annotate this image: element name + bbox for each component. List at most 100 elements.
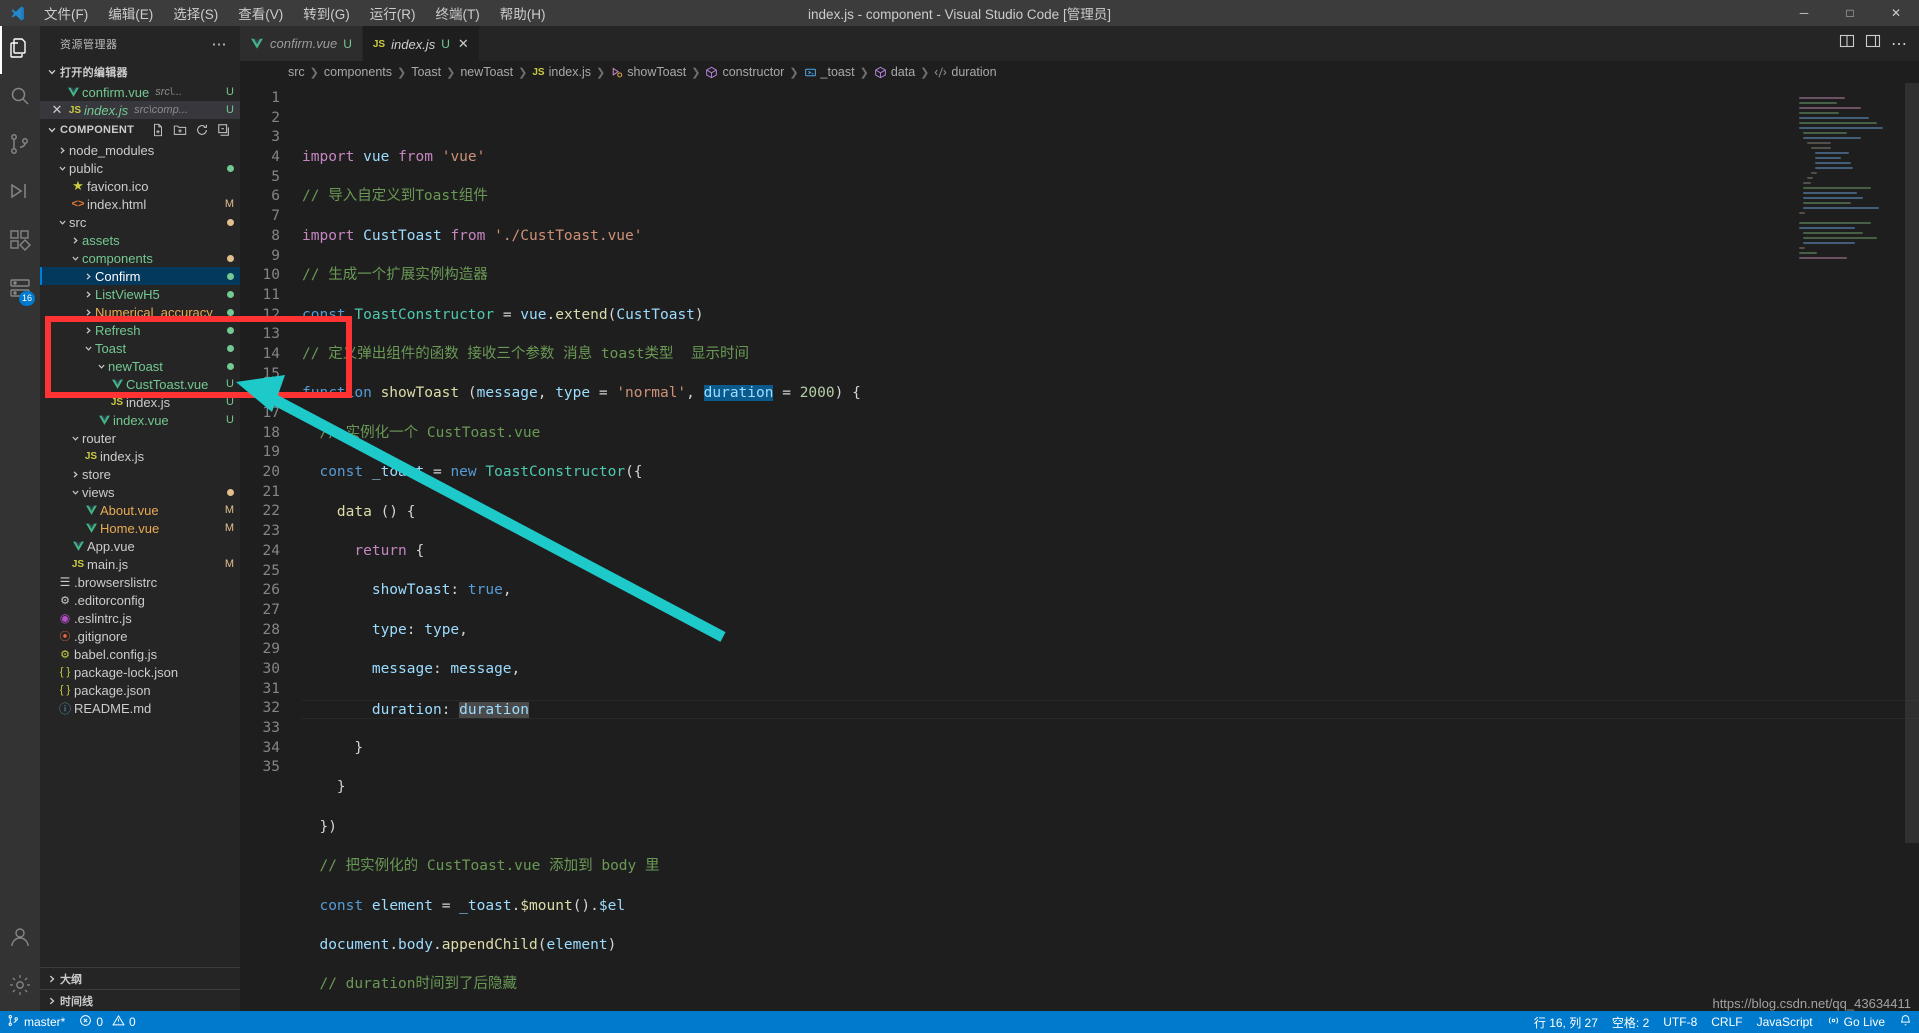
- status-eol[interactable]: CRLF: [1704, 1011, 1749, 1033]
- tree-item-numerical-accuracy[interactable]: Numerical_accuracy: [40, 303, 240, 321]
- code-line-23[interactable]: // duration时间到了后隐藏: [302, 975, 1919, 995]
- more-actions-icon[interactable]: ⋯: [1891, 34, 1907, 54]
- tree-item-listviewh5[interactable]: ListViewH5: [40, 285, 240, 303]
- code-line-8[interactable]: function showToast (message, type = 'nor…: [302, 384, 1919, 404]
- tree-item-refresh[interactable]: Refresh: [40, 321, 240, 339]
- tree-item-router-index-js[interactable]: JS index.js: [40, 447, 240, 465]
- open-editor-index-js[interactable]: ✕ JS index.js src\comp... U: [40, 101, 240, 119]
- layout-icon[interactable]: [1865, 33, 1881, 54]
- timeline-panel-header[interactable]: 时间线: [40, 989, 240, 1011]
- tab-confirm-vue[interactable]: confirm.vue U: [240, 26, 363, 61]
- menu-go[interactable]: 转到(G): [293, 0, 360, 26]
- tree-item-src[interactable]: src: [40, 213, 240, 231]
- code-line-2[interactable]: import vue from 'vue': [302, 148, 1919, 168]
- tree-item-confirm[interactable]: Confirm: [40, 267, 240, 285]
- tree-item-router[interactable]: router: [40, 429, 240, 447]
- menu-view[interactable]: 查看(V): [228, 0, 293, 26]
- code-line-6[interactable]: const ToastConstructor = vue.extend(Cust…: [302, 306, 1919, 326]
- maximize-button[interactable]: □: [1827, 0, 1873, 26]
- code-line-10[interactable]: const _toast = new ToastConstructor({: [302, 463, 1919, 483]
- code-line-14[interactable]: type: type,: [302, 621, 1919, 641]
- tree-item-store[interactable]: store: [40, 465, 240, 483]
- activity-explorer[interactable]: [0, 26, 40, 74]
- breadcrumb-showtoast[interactable]: showToast: [610, 65, 686, 79]
- menu-selection[interactable]: 选择(S): [163, 0, 228, 26]
- tree-item-custtoast-vue[interactable]: CustToast.vue U: [40, 375, 240, 393]
- project-actions[interactable]: [148, 121, 240, 139]
- tree-item-home-vue[interactable]: Home.vue M: [40, 519, 240, 537]
- status-cursor-position[interactable]: 行 16, 列 27: [1527, 1011, 1605, 1033]
- outline-panel-header[interactable]: 大纲: [40, 967, 240, 989]
- breadcrumb-toast-var[interactable]: _toast: [804, 65, 855, 79]
- menu-edit[interactable]: 编辑(E): [98, 0, 163, 26]
- code-line-11[interactable]: data () {: [302, 503, 1919, 523]
- sidebar-more-actions-icon[interactable]: ⋯: [207, 35, 233, 53]
- activity-extensions[interactable]: [0, 218, 40, 266]
- open-editors-section-header[interactable]: 打开的编辑器: [40, 61, 240, 83]
- code-line-5[interactable]: // 生成一个扩展实例构造器: [302, 266, 1919, 286]
- breadcrumb-src[interactable]: src: [288, 65, 305, 79]
- code-line-12[interactable]: return {: [302, 542, 1919, 562]
- tree-item-about-vue[interactable]: About.vue M: [40, 501, 240, 519]
- status-problems[interactable]: 0 0: [72, 1011, 142, 1033]
- breadcrumb-index-js[interactable]: JS index.js: [532, 65, 591, 79]
- code-line-3[interactable]: // 导入自定义到Toast组件: [302, 187, 1919, 207]
- code-line-9[interactable]: // 实例化一个 CustToast.vue: [302, 424, 1919, 444]
- project-section-header[interactable]: COMPONENT: [40, 119, 240, 141]
- tree-item-toast-index-vue[interactable]: index.vue U: [40, 411, 240, 429]
- code-editor[interactable]: 1 2 3 4 5 6 7 8 9 10 11 12 13 14 15 16 1…: [240, 83, 1919, 1011]
- tree-item-package-lock-json[interactable]: { } package-lock.json: [40, 663, 240, 681]
- tree-item-editorconfig[interactable]: ⚙ .editorconfig: [40, 591, 240, 609]
- tree-item-views[interactable]: views: [40, 483, 240, 501]
- breadcrumb-constructor[interactable]: constructor: [705, 65, 784, 79]
- code-line-18[interactable]: }: [302, 778, 1919, 798]
- tree-item-assets[interactable]: assets: [40, 231, 240, 249]
- code-line-19[interactable]: }): [302, 818, 1919, 838]
- tree-item-node-modules[interactable]: node_modules: [40, 141, 240, 159]
- close-icon[interactable]: ✕: [458, 36, 469, 52]
- open-editor-confirm-vue[interactable]: confirm.vue src\... U: [40, 83, 240, 101]
- split-editor-icon[interactable]: [1839, 33, 1855, 54]
- status-go-live[interactable]: Go Live: [1820, 1011, 1892, 1033]
- activity-remote[interactable]: 16: [0, 266, 40, 314]
- breadcrumb-toast[interactable]: Toast: [411, 65, 441, 79]
- collapse-all-icon[interactable]: [214, 121, 234, 139]
- code-line-1[interactable]: [302, 109, 1919, 129]
- status-indentation[interactable]: 空格: 2: [1605, 1011, 1656, 1033]
- tree-item-package-json[interactable]: { } package.json: [40, 681, 240, 699]
- code-line-13[interactable]: showToast: true,: [302, 581, 1919, 601]
- code-line-22[interactable]: document.body.appendChild(element): [302, 936, 1919, 956]
- code-line-7[interactable]: // 定义弹出组件的函数 接收三个参数 消息 toast类型 显示时间: [302, 345, 1919, 365]
- tree-item-app-vue[interactable]: App.vue: [40, 537, 240, 555]
- code-content[interactable]: import vue from 'vue' // 导入自定义到Toast组件 i…: [302, 83, 1919, 1011]
- tree-item-browserslistrc[interactable]: ☰ .browserslistrc: [40, 573, 240, 591]
- code-line-21[interactable]: const element = _toast.$mount().$el: [302, 897, 1919, 917]
- refresh-icon[interactable]: [192, 121, 212, 139]
- code-line-4[interactable]: import CustToast from './CustToast.vue': [302, 227, 1919, 247]
- new-file-icon[interactable]: [148, 121, 168, 139]
- menu-run[interactable]: 运行(R): [360, 0, 426, 26]
- editor-scrollbar[interactable]: [1905, 83, 1919, 1011]
- menu-terminal[interactable]: 终端(T): [426, 0, 490, 26]
- status-branch[interactable]: master*: [0, 1011, 72, 1033]
- menu-bar[interactable]: 文件(F) 编辑(E) 选择(S) 查看(V) 转到(G) 运行(R) 终端(T…: [34, 0, 556, 26]
- minimize-button[interactable]: ─: [1781, 0, 1827, 26]
- breadcrumb-components[interactable]: components: [324, 65, 392, 79]
- activity-source-control[interactable]: [0, 122, 40, 170]
- tree-item-favicon-ico[interactable]: ★ favicon.ico: [40, 177, 240, 195]
- activity-settings[interactable]: [0, 963, 40, 1011]
- code-line-17[interactable]: }: [302, 739, 1919, 759]
- tree-item-toast[interactable]: Toast: [40, 339, 240, 357]
- file-tree[interactable]: node_modules public ★ favicon.ico <> ind…: [40, 141, 240, 717]
- activity-search[interactable]: [0, 74, 40, 122]
- breadcrumb-duration[interactable]: duration: [934, 65, 996, 79]
- close-button[interactable]: ✕: [1873, 0, 1919, 26]
- breadcrumb-newtoast[interactable]: newToast: [460, 65, 513, 79]
- tree-item-eslintrc-js[interactable]: ◉ .eslintrc.js: [40, 609, 240, 627]
- status-notifications[interactable]: [1892, 1011, 1919, 1033]
- editor-actions[interactable]: ⋯: [1839, 26, 1919, 61]
- tab-index-js[interactable]: JS index.js U ✕: [363, 26, 480, 61]
- code-line-15[interactable]: message: message,: [302, 660, 1919, 680]
- tree-item-components[interactable]: components: [40, 249, 240, 267]
- tree-item-babel-config-js[interactable]: ⚙ babel.config.js: [40, 645, 240, 663]
